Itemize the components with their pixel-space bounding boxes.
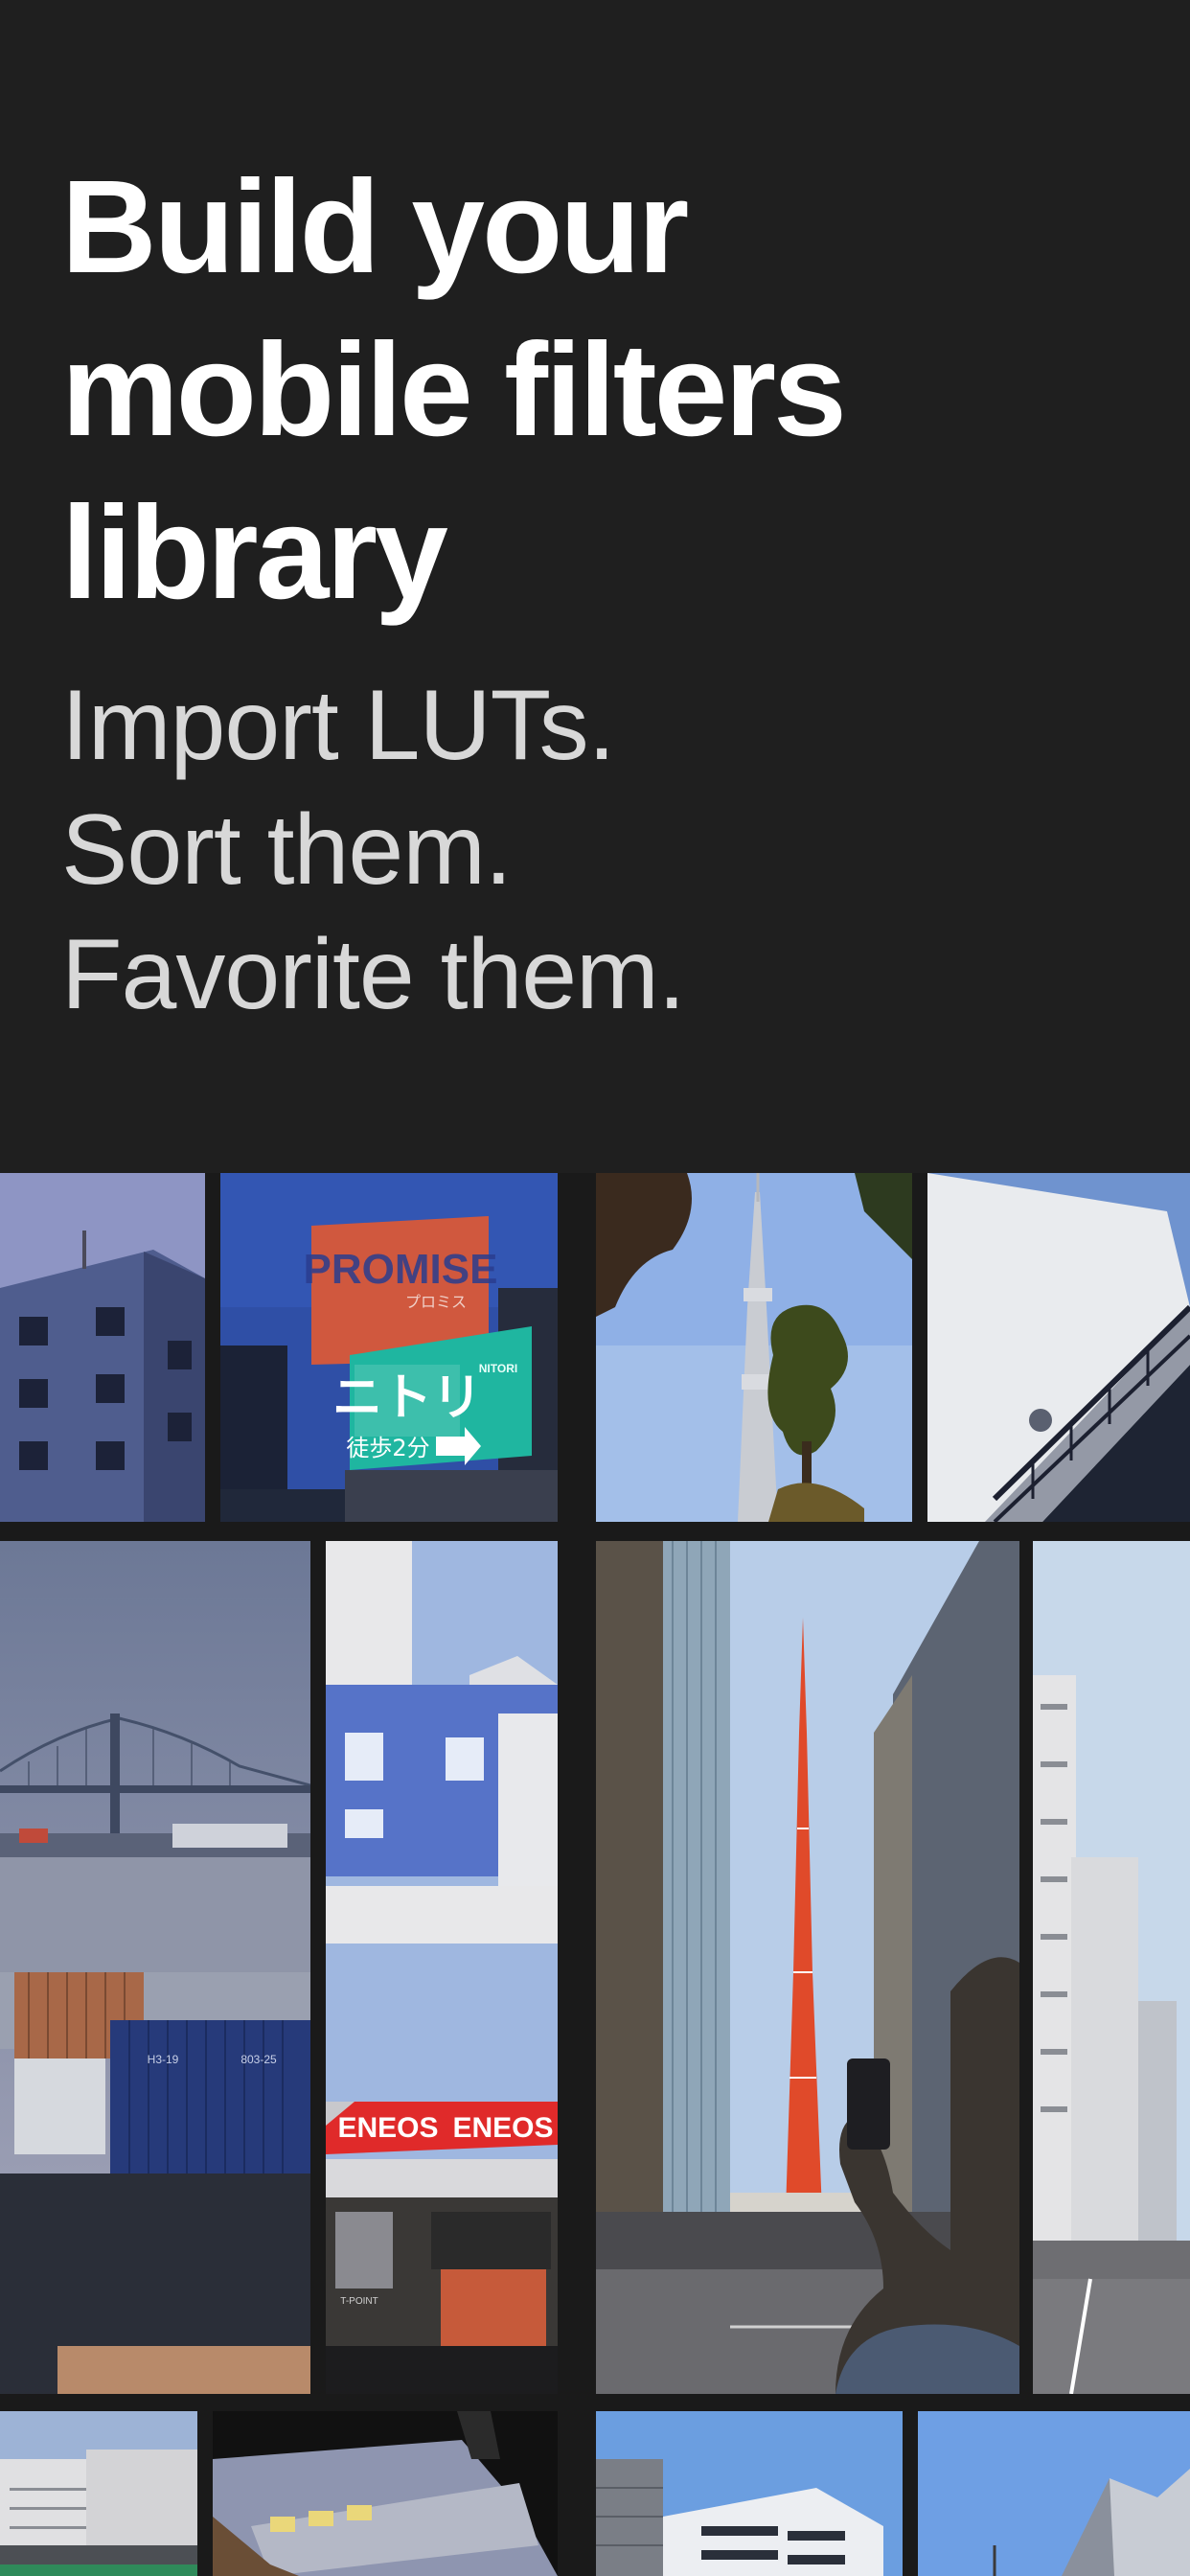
street-buildings-photo	[1033, 1541, 1190, 2394]
billboard-photo: PROMISE プロミス ニトリ NITORI 徒歩2分	[220, 1173, 558, 1522]
svg-text:H3-19: H3-19	[148, 2053, 179, 2066]
tagline: Import LUTs. Sort them. Favorite them.	[61, 663, 686, 1037]
blue-building-photo	[0, 1173, 205, 1522]
svg-text:徒歩2分: 徒歩2分	[346, 1435, 429, 1461]
headline-line-1: Build your	[61, 153, 689, 301]
modern-tower-photo	[918, 2411, 1190, 2576]
white-office-photo	[596, 2411, 903, 2576]
train-photo	[213, 2411, 558, 2576]
svg-text:803-25: 803-25	[240, 2053, 277, 2066]
tagline-line-1: Import LUTs.	[61, 670, 615, 781]
white-wall-stairs-photo	[927, 1173, 1190, 1522]
headline-line-3: library	[61, 479, 448, 627]
gas-station-photo: ENEOS ENEOS T-POINT	[326, 1541, 558, 2394]
bridge-harbor-photo: H3-19 803-25	[0, 1541, 310, 2394]
svg-text:ENEOS: ENEOS	[452, 2112, 553, 2144]
svg-text:ニトリ: ニトリ	[332, 1369, 482, 1427]
tokyo-tower-photo	[596, 1541, 1019, 2394]
skytree-photo	[596, 1173, 912, 1522]
tagline-line-2: Sort them.	[61, 794, 513, 906]
white-buildings-rail-photo	[0, 2411, 197, 2576]
svg-text:PROMISE: PROMISE	[304, 1246, 498, 1293]
headline: Build your mobile filters library	[61, 146, 847, 634]
tagline-line-3: Favorite them.	[61, 919, 686, 1030]
hero-section: Build your mobile filters library Import…	[0, 0, 1190, 1173]
headline-line-2: mobile filters	[61, 316, 847, 464]
svg-text:NITORI: NITORI	[479, 1362, 517, 1375]
svg-text:T-POINT: T-POINT	[340, 2296, 378, 2307]
photo-gallery: PROMISE プロミス ニトリ NITORI 徒歩2分 H3-19 803-2…	[0, 1173, 1190, 2576]
svg-text:ENEOS: ENEOS	[337, 2112, 438, 2144]
svg-text:プロミス: プロミス	[405, 1293, 467, 1311]
